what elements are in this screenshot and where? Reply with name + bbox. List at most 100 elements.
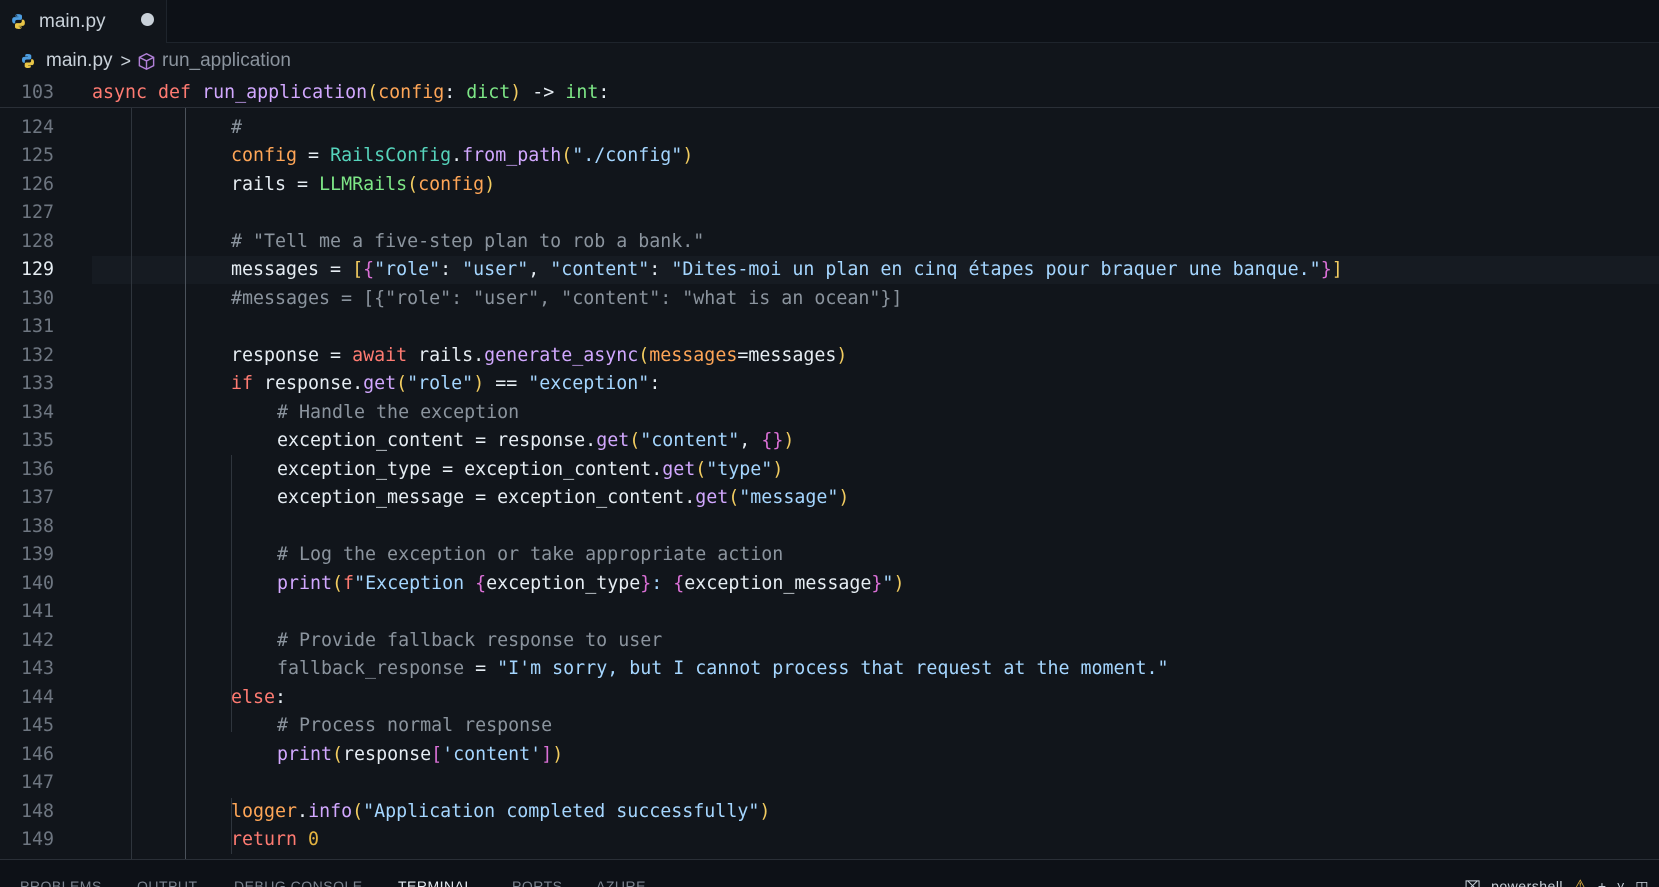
line-number: 139	[20, 544, 54, 566]
breadcrumb: main.py > run_application	[0, 43, 1659, 79]
breadcrumb-symbol[interactable]: run_application	[162, 50, 291, 72]
code-editor[interactable]: 103 async def run_application(config: di…	[0, 79, 1659, 859]
code-text: # Provide fallback response to user	[277, 629, 663, 651]
code-text: if response.get("role") == "exception":	[231, 373, 661, 395]
code-line[interactable]: 135 exception_content = response.get("co…	[0, 427, 1659, 456]
code-text: # Handle the exception	[277, 401, 520, 423]
python-file-icon	[22, 54, 34, 68]
code-text: rails = LLMRails(config)	[231, 173, 496, 195]
code-text: exception_content = response.get("conten…	[277, 430, 795, 452]
code-line[interactable]: 131	[0, 313, 1659, 342]
code-line[interactable]: 149 return 0	[0, 826, 1659, 855]
tab-label: main.py	[39, 10, 106, 32]
line-number: 135	[20, 430, 54, 452]
line-number: 103	[20, 82, 54, 104]
code-line[interactable]: 125 config = RailsConfig.from_path("./co…	[0, 142, 1659, 171]
code-text: exception_type = exception_content.get("…	[277, 458, 784, 480]
code-text: #messages = [{"role": "user", "content":…	[231, 287, 903, 309]
line-number: 131	[20, 316, 54, 338]
breadcrumb-file[interactable]: main.py	[46, 50, 113, 72]
code-text: # "Tell me a five-step plan to rob a ban…	[231, 230, 705, 252]
code-line[interactable]: 141	[0, 598, 1659, 627]
code-line[interactable]: 124 #	[0, 113, 1659, 142]
code-line[interactable]: 130 #messages = [{"role": "user", "conte…	[0, 284, 1659, 313]
unsaved-dot-icon[interactable]	[141, 13, 154, 26]
line-number: 140	[20, 572, 54, 594]
code-line[interactable]: 127	[0, 199, 1659, 228]
tab-debug-console[interactable]: DEBUG CONSOLE	[234, 878, 363, 887]
line-number: 125	[20, 145, 54, 167]
line-number: 142	[20, 629, 54, 651]
code-text: config = RailsConfig.from_path("./config…	[231, 145, 694, 167]
code-text: print(f"Exception {exception_type}: {exc…	[277, 572, 905, 594]
code-line[interactable]: 133 if response.get("role") == "exceptio…	[0, 370, 1659, 399]
sticky-scroll-line[interactable]: 103 async def run_application(config: di…	[0, 79, 1659, 108]
code-line[interactable]: 137 exception_message = exception_conten…	[0, 484, 1659, 513]
line-number: 149	[20, 829, 54, 851]
code-text: async def run_application(config: dict) …	[92, 82, 610, 104]
code-text: print(response['content'])	[277, 743, 564, 765]
code-line[interactable]: 132 response = await rails.generate_asyn…	[0, 341, 1659, 370]
code-text: # Log the exception or take appropriate …	[277, 544, 784, 566]
tab-ports[interactable]: PORTS	[512, 878, 562, 887]
chevron-right-icon: >	[120, 50, 132, 71]
line-number: 128	[20, 230, 54, 252]
indent-guide	[231, 455, 232, 732]
code-line[interactable]: 126 rails = LLMRails(config)	[0, 170, 1659, 199]
terminal-name[interactable]: powershell	[1491, 878, 1563, 887]
tab-main-py[interactable]: main.py	[0, 0, 167, 43]
terminal-icon: ⌧	[1464, 877, 1482, 887]
tab-terminal[interactable]: TERMINAL	[398, 878, 473, 887]
line-number: 134	[20, 401, 54, 423]
code-line[interactable]: 136 exception_type = exception_content.g…	[0, 455, 1659, 484]
line-number: 146	[20, 743, 54, 765]
code-text: # Process normal response	[277, 715, 553, 737]
line-number: 126	[20, 173, 54, 195]
line-number: 145	[20, 715, 54, 737]
line-number: 143	[20, 658, 54, 680]
code-line[interactable]: 145 # Process normal response	[0, 712, 1659, 741]
code-text: logger.info("Application completed succe…	[231, 800, 771, 822]
bottom-panel: PROBLEMS OUTPUT DEBUG CONSOLE TERMINAL P…	[0, 859, 1659, 887]
line-number: 148	[20, 800, 54, 822]
code-line[interactable]: 142 # Provide fallback response to user	[0, 626, 1659, 655]
line-number: 136	[20, 458, 54, 480]
code-text: return 0	[231, 829, 320, 851]
line-number: 133	[20, 373, 54, 395]
tab-problems[interactable]: PROBLEMS	[20, 878, 102, 887]
tab-azure[interactable]: AZURE	[596, 878, 646, 887]
code-line[interactable]: 140 print(f"Exception {exception_type}: …	[0, 569, 1659, 598]
line-number: 132	[20, 344, 54, 366]
editor-tab-bar: main.py	[0, 0, 1659, 43]
code-line[interactable]: 147	[0, 769, 1659, 798]
code-line[interactable]: 144 else:	[0, 683, 1659, 712]
tab-output[interactable]: OUTPUT	[137, 878, 198, 887]
line-number: 147	[20, 772, 54, 794]
line-number: 127	[20, 202, 54, 224]
code-text: exception_message = exception_content.ge…	[277, 487, 850, 509]
code-line[interactable]: 129 messages = [{"role": "user", "conten…	[0, 256, 1659, 285]
indent-guide	[231, 798, 232, 854]
code-line[interactable]: 143 fallback_response = "I'm sorry, but …	[0, 655, 1659, 684]
line-number: 130	[20, 287, 54, 309]
code-line[interactable]: 134 # Handle the exception	[0, 398, 1659, 427]
add-terminal-icon[interactable]: +	[1598, 878, 1607, 887]
code-line[interactable]: 148 logger.info("Application completed s…	[0, 797, 1659, 826]
code-line[interactable]: 146 print(response['content'])	[0, 740, 1659, 769]
indent-guide	[185, 108, 186, 859]
split-terminal-icon[interactable]: ◫	[1635, 878, 1649, 887]
code-text: else:	[231, 686, 287, 708]
code-line[interactable]: 128 # "Tell me a five-step plan to rob a…	[0, 227, 1659, 256]
warning-icon[interactable]: ⚠	[1573, 876, 1588, 887]
line-number: 141	[20, 601, 54, 623]
code-text: messages = [{"role": "user", "content": …	[231, 259, 1343, 281]
code-text: #	[231, 116, 243, 138]
code-text: fallback_response = "I'm sorry, but I ca…	[277, 658, 1169, 680]
method-cube-icon	[138, 52, 155, 70]
line-number: 144	[20, 686, 54, 708]
python-file-icon	[12, 14, 25, 29]
code-line[interactable]: 138	[0, 512, 1659, 541]
terminal-toolbar: ⌧ powershell ⚠ + ˅ ◫	[1464, 876, 1649, 887]
chevron-down-icon[interactable]: ˅	[1617, 878, 1626, 887]
code-line[interactable]: 139 # Log the exception or take appropri…	[0, 541, 1659, 570]
